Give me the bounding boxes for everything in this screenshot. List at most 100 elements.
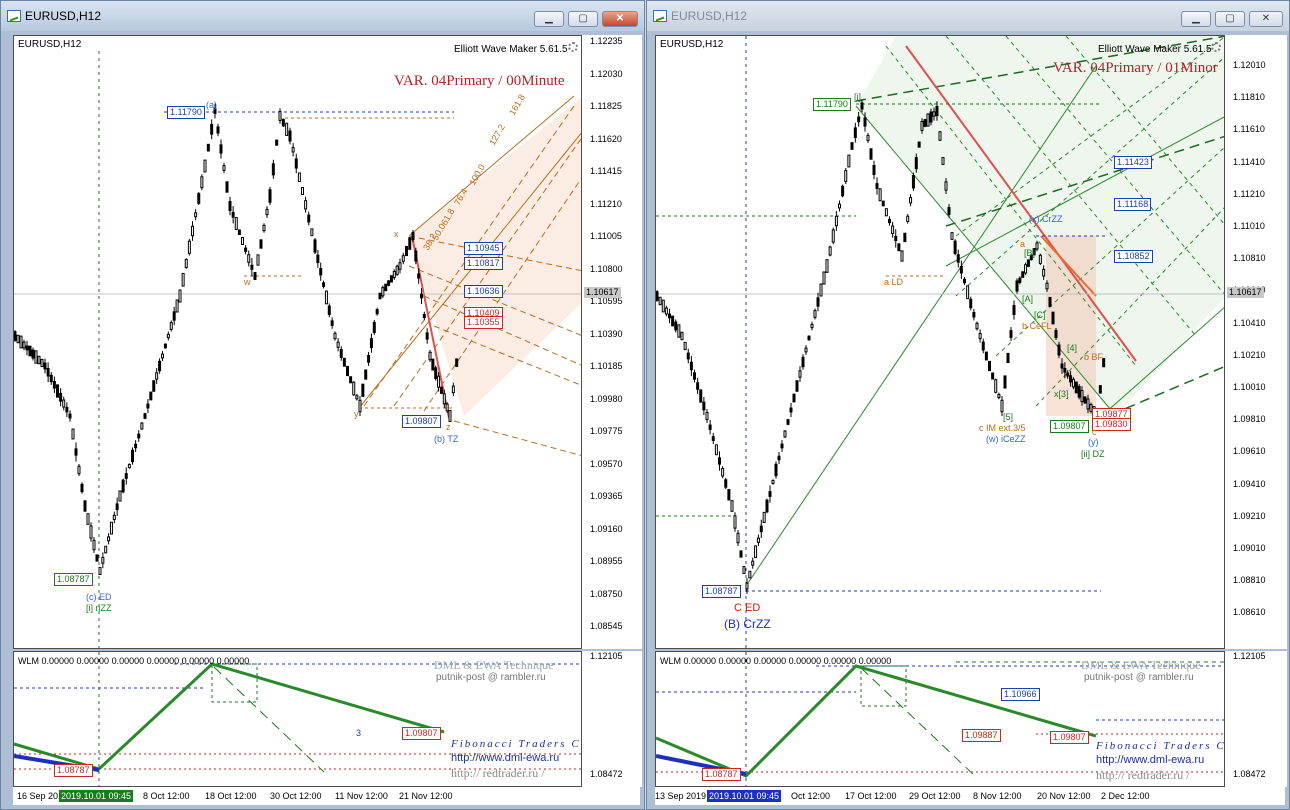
candle-body bbox=[658, 296, 662, 306]
close-button[interactable]: ✕ bbox=[1249, 11, 1283, 27]
candle-body bbox=[288, 130, 292, 142]
watermark-title: DML & EWA Technique bbox=[434, 658, 554, 672]
price-axis[interactable]: 1.12235 1.12030 1.11825 1.11620 1.11415 1.112… bbox=[582, 35, 642, 649]
candle-body bbox=[991, 372, 995, 380]
candle-body bbox=[900, 250, 904, 262]
gear-icon[interactable] bbox=[568, 42, 578, 52]
candle-body bbox=[425, 332, 429, 340]
variant-label: VAR. 04Primary / 00Minute bbox=[394, 73, 565, 89]
gear-icon[interactable] bbox=[1211, 42, 1221, 52]
price-tick: 1.10210 bbox=[1233, 349, 1266, 360]
price-chart-canvas[interactable]: 161.8 127.2 100.0 76.4 61.8 50.0 38.2 bbox=[14, 36, 582, 649]
minimize-button[interactable]: ▁ bbox=[1181, 11, 1211, 27]
candle-body bbox=[1026, 259, 1030, 267]
candle-body bbox=[268, 189, 272, 203]
indicator-pane[interactable]: WLM 0.00000 0.00000 0.00000 0.00000 0.00… bbox=[655, 651, 1225, 787]
candle-body bbox=[259, 239, 263, 249]
candle-body bbox=[909, 197, 913, 204]
price-tick: 1.11410 bbox=[1233, 156, 1265, 167]
candle-body bbox=[994, 379, 998, 393]
candle-body bbox=[739, 550, 743, 558]
price-tick: 1.10800 bbox=[590, 263, 623, 274]
wave-label-b-tz: (b) TZ bbox=[434, 434, 459, 444]
price-tick: 1.11825 bbox=[590, 101, 622, 111]
candle-body bbox=[783, 430, 787, 438]
wave-label-y: y bbox=[354, 409, 359, 419]
candle-body bbox=[756, 537, 760, 543]
candle-body bbox=[780, 443, 784, 449]
price-axis[interactable]: 1.12010 1.11810 1.11610 1.11410 1.11210 1.110… bbox=[1225, 35, 1287, 649]
wave-label-y: (y) bbox=[1088, 437, 1099, 447]
candle-body bbox=[250, 264, 254, 270]
price-box-red2: 1.10355 bbox=[464, 316, 503, 329]
indicator-box-low: 1.08787 bbox=[702, 768, 741, 781]
candle-body bbox=[1012, 305, 1016, 315]
chart-window-right[interactable]: EURUSD,H12 ▁ ▢ ✕ EURUSD,H12 Elliott Wave… bbox=[646, 0, 1290, 810]
candle-body bbox=[86, 513, 90, 525]
candle-body bbox=[77, 465, 81, 475]
window-title: EURUSD,H12 bbox=[671, 9, 748, 23]
candle-body bbox=[285, 122, 289, 136]
redtrader-url[interactable]: http:// redtrader.ru / bbox=[1096, 768, 1190, 783]
maximize-button[interactable]: ▢ bbox=[568, 11, 598, 27]
candle-body bbox=[834, 215, 838, 227]
candle-body bbox=[822, 271, 826, 285]
chart-window-left[interactable]: EURUSD,H12 ▁ ▢ ✕ 161.8 127.2 100.0 76.4 … bbox=[0, 0, 645, 810]
minimize-button[interactable]: ▁ bbox=[534, 11, 564, 27]
wave-label-b-crzz: (B) CrZZ bbox=[724, 617, 771, 631]
price-tick: 1.11210 bbox=[590, 198, 622, 209]
candle-body bbox=[297, 172, 301, 183]
price-chart-pane[interactable]: EURUSD,H12 Elliott Wave Maker 5.61.5 VAR… bbox=[655, 35, 1225, 649]
candle-body bbox=[187, 240, 191, 254]
price-chart-pane[interactable]: 161.8 127.2 100.0 76.4 61.8 50.0 38.2 EU… bbox=[13, 35, 582, 649]
window-titlebar[interactable]: EURUSD,H12 ▁ ▢ ✕ bbox=[1, 1, 644, 31]
candle-body bbox=[857, 116, 861, 123]
candle-body bbox=[748, 570, 752, 579]
candle-body bbox=[278, 111, 282, 121]
candle-body bbox=[369, 338, 373, 349]
candle-body bbox=[307, 214, 311, 223]
candle-body bbox=[853, 127, 857, 138]
indicator-pane[interactable]: WLM 0.00000 0.00000 0.00000 0.00000 0.00… bbox=[13, 651, 582, 787]
window-title: EURUSD,H12 bbox=[25, 9, 102, 23]
club-label: Fibonacci Traders Club bbox=[1096, 740, 1225, 752]
time-axis[interactable]: 13 Sep 2019 2019.10.01 09:45 Oct 12:00 1… bbox=[655, 787, 1285, 805]
club-url[interactable]: http://www.dml-ewa.ru bbox=[451, 752, 559, 764]
window-titlebar[interactable]: EURUSD,H12 ▁ ▢ ✕ bbox=[647, 1, 1289, 31]
candle-body bbox=[831, 229, 835, 243]
candle-body bbox=[16, 334, 20, 344]
time-axis[interactable]: 16 Sep 2019 2019.10.01 09:45 8 Oct 12:00… bbox=[13, 787, 640, 805]
candle-body bbox=[197, 193, 201, 204]
maximize-button[interactable]: ▢ bbox=[1215, 11, 1245, 27]
candle-body bbox=[674, 321, 678, 331]
crosshair-date-badge: 2019.10.01 09:45 bbox=[59, 790, 134, 802]
candle-body bbox=[1080, 390, 1084, 402]
close-button[interactable]: ✕ bbox=[602, 11, 638, 27]
candle-body bbox=[733, 515, 737, 529]
candle-body bbox=[816, 297, 820, 307]
candle-body bbox=[730, 500, 734, 512]
price-tick: 1.09410 bbox=[1233, 478, 1266, 489]
candle-body bbox=[1098, 385, 1102, 394]
price-box-low: 1.08787 bbox=[702, 585, 741, 598]
candle-body bbox=[271, 163, 275, 176]
time-label: 20 Nov 12:00 bbox=[1037, 791, 1091, 801]
candle-body bbox=[881, 200, 885, 207]
candle-body bbox=[686, 352, 690, 360]
fib-label: 127.2 bbox=[487, 122, 507, 147]
price-chart-canvas[interactable] bbox=[656, 36, 1225, 649]
redtrader-url[interactable]: http:// redtrader.ru / bbox=[451, 766, 545, 781]
candle-body bbox=[1021, 271, 1025, 278]
candle-body bbox=[301, 187, 304, 195]
price-tick: 1.11620 bbox=[590, 133, 622, 144]
candle-body bbox=[372, 321, 376, 333]
price-tick: 1.08810 bbox=[1233, 575, 1266, 586]
club-url[interactable]: http://www.dml-ewa.ru bbox=[1096, 754, 1204, 766]
candle-body bbox=[155, 372, 159, 380]
candle-body bbox=[294, 158, 298, 169]
candle-body bbox=[387, 280, 391, 286]
indicator-axis: 1.12105 1.08472 bbox=[1225, 651, 1287, 787]
candle-body bbox=[46, 368, 50, 377]
price-tick: 1.09010 bbox=[1233, 543, 1266, 553]
candle-body bbox=[115, 503, 119, 511]
